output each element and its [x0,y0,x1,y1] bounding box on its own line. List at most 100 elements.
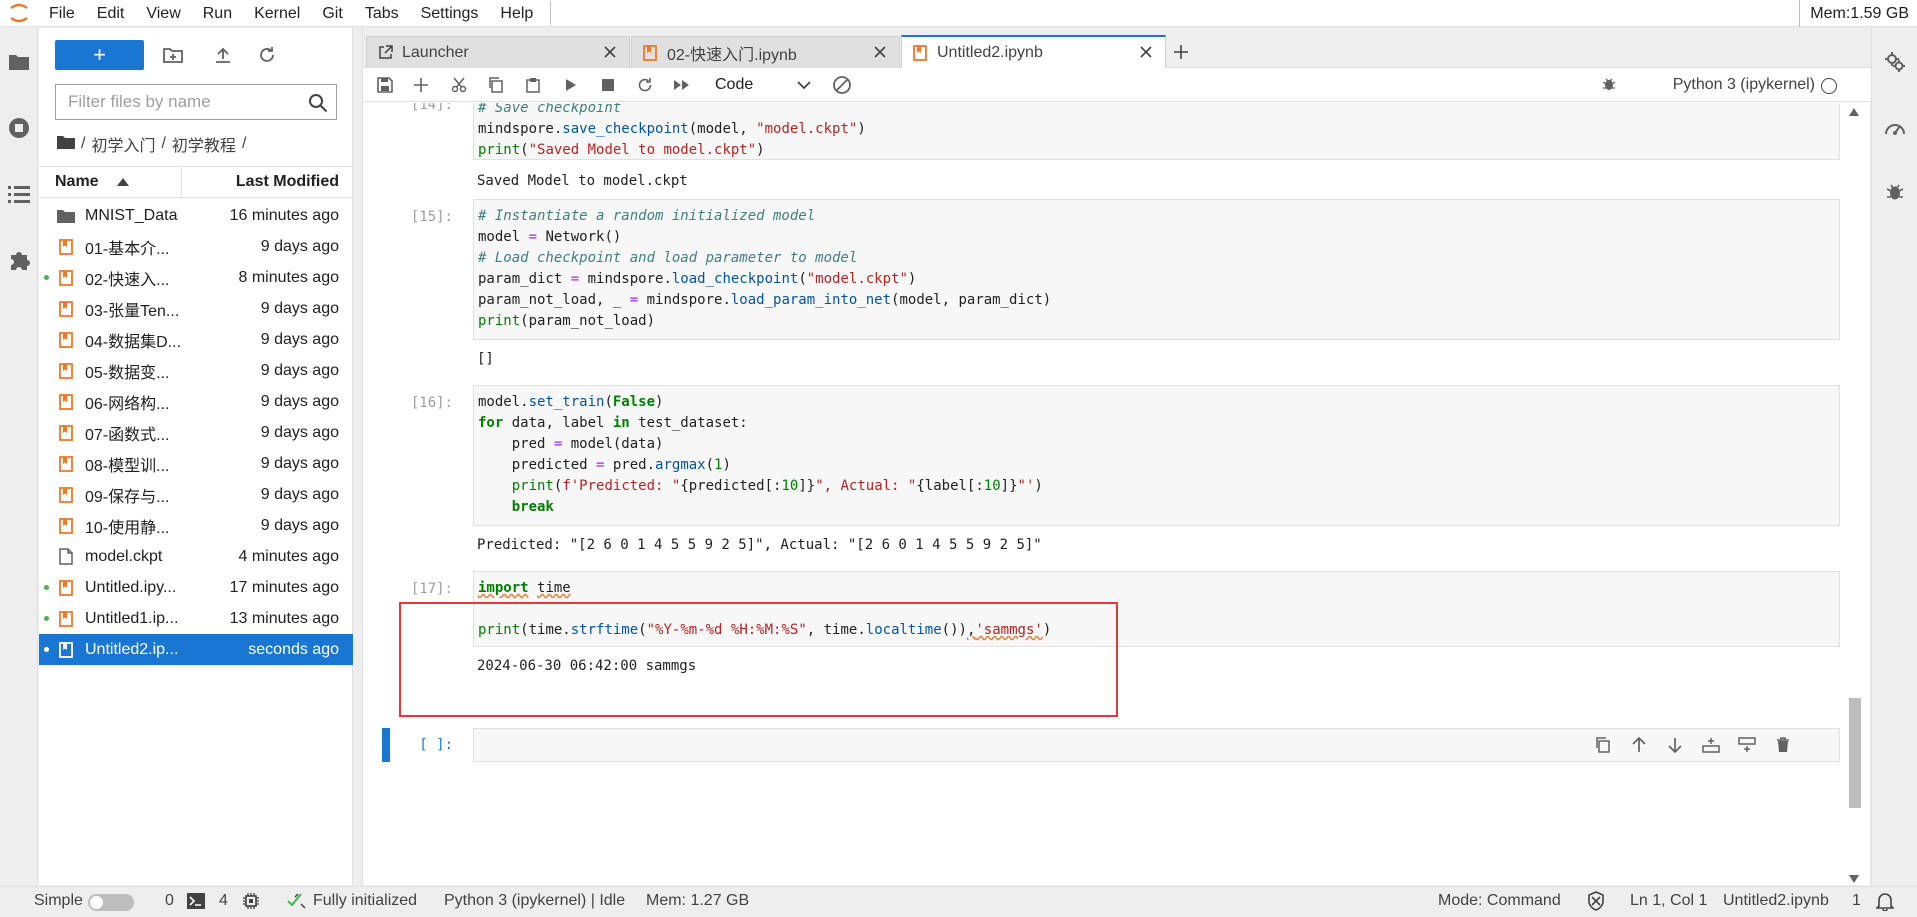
home-folder-icon[interactable] [57,135,75,154]
cell-input[interactable]: import time print(time.strftime("%Y-%m-%… [473,571,1840,647]
debugger-icon[interactable] [1601,76,1619,94]
property-inspector-icon[interactable] [1883,50,1907,74]
file-list-item[interactable]: 07-函数式... 9 days ago [39,417,353,448]
kernel-name[interactable]: Python 3 (ipykernel) [1673,68,1815,102]
new-folder-icon[interactable] [161,43,185,67]
menu-file[interactable]: File [38,0,86,27]
file-list-item[interactable]: 06-网络构... 9 days ago [39,386,353,417]
kernel-chip-icon [242,892,260,910]
file-modified: 9 days ago [260,454,339,472]
new-launcher-button[interactable]: + [55,40,144,70]
file-modified: 13 minutes ago [229,609,339,627]
breadcrumb-separator: / [161,135,166,152]
move-up-icon[interactable] [1629,735,1649,755]
simple-mode-toggle[interactable] [88,894,134,911]
breadcrumb-item[interactable]: 初学教程 [172,132,236,156]
kernels-count[interactable]: 4 [219,887,228,914]
cell-input[interactable]: model.set_train(False) for data, label in… [473,385,1840,526]
file-list-item[interactable]: Untitled2.ip... seconds ago [39,634,353,665]
file-list-item[interactable]: 02-快速入... 8 minutes ago [39,262,353,293]
copy-icon[interactable] [486,75,506,95]
file-list-item[interactable]: 05-数据变... 9 days ago [39,355,353,386]
notebook-scrollbar[interactable] [1846,108,1861,883]
tab-untitled2[interactable]: Untitled2.ipynb [901,35,1166,68]
notifications-count[interactable]: 1 [1852,887,1861,914]
file-list-item[interactable]: 09-保存与... 9 days ago [39,479,353,510]
menu-divider [550,1,552,25]
cell-input[interactable]: # Instantiate a random initialized model… [473,199,1840,340]
code-line: model = Network() [478,229,622,245]
file-modified: 9 days ago [260,392,339,410]
code-line: # Save checkpoint [478,103,622,116]
menu-edit[interactable]: Edit [86,0,136,27]
column-header-modified[interactable]: Last Modified [182,173,353,191]
insert-below-icon[interactable] [1737,735,1757,755]
delete-cell-icon[interactable] [1773,735,1793,755]
stop-icon[interactable] [598,75,618,95]
file-list-item[interactable]: 08-模型训... 9 days ago [39,448,353,479]
close-icon[interactable] [601,43,619,61]
code-line: param_dict = mindspore.load_checkpoint("… [478,271,917,287]
refresh-icon[interactable] [255,43,279,67]
close-icon[interactable] [1137,43,1155,61]
upload-icon[interactable] [211,43,235,67]
cell-prompt: [15]: [410,209,453,225]
column-name-label: Name [55,173,99,190]
trust-shield-icon[interactable] [1587,891,1605,911]
debugger-bug-icon[interactable] [1883,180,1907,204]
tab-02-quickstart[interactable]: 02-快速入门.ipynb [631,36,900,68]
file-list-item[interactable]: 04-数据集D... 9 days ago [39,324,353,355]
menu-help[interactable]: Help [489,0,544,27]
tab-launcher[interactable]: Launcher [366,36,630,68]
extensions-icon[interactable] [5,246,33,274]
file-modified: 9 days ago [260,299,339,317]
file-list-item[interactable]: MNIST_Data 16 minutes ago [39,200,353,231]
folder-icon[interactable] [5,48,33,76]
menu-tabs[interactable]: Tabs [354,0,410,27]
close-icon[interactable] [871,43,889,61]
launcher-icon [377,45,393,61]
column-header-name[interactable]: Name [39,167,182,197]
restart-icon[interactable] [635,75,655,95]
menu-settings[interactable]: Settings [410,0,490,27]
cell-input[interactable]: # Save checkpoint mindspore.save_checkpoi… [473,103,1840,160]
lsp-status-text[interactable]: Fully initialized [313,887,417,914]
insert-above-icon[interactable] [1701,735,1721,755]
file-list-item[interactable]: Untitled1.ip... 13 minutes ago [39,603,353,634]
save-icon[interactable] [375,75,395,95]
cell-output: Predicted: "[2 6 0 1 4 5 5 9 2 5]", Actu… [477,537,1042,553]
notebook-icon [57,579,75,597]
duplicate-cell-icon[interactable] [1593,735,1613,755]
add-cell-icon[interactable] [411,75,431,95]
cursor-position[interactable]: Ln 1, Col 1 [1630,887,1707,914]
run-icon[interactable] [561,75,581,95]
cell-prompt: [ ]: [419,737,453,753]
file-list-item[interactable]: Untitled.ipy... 17 minutes ago [39,572,353,603]
menu-kernel[interactable]: Kernel [243,0,311,27]
file-filter-input[interactable] [56,85,296,119]
fast-forward-icon[interactable] [672,75,692,95]
running-sessions-icon[interactable] [5,114,33,142]
scrollbar-thumb[interactable] [1849,698,1861,808]
menu-view[interactable]: View [135,0,191,27]
file-list-item[interactable]: 03-张量Ten... 9 days ago [39,293,353,324]
git-diff-icon[interactable] [831,74,853,96]
file-list-item[interactable]: model.ckpt 4 minutes ago [39,541,353,572]
cut-icon[interactable] [449,75,469,95]
menu-git[interactable]: Git [311,0,353,27]
file-list-item[interactable]: 10-使用静... 9 days ago [39,510,353,541]
gauge-icon[interactable] [1883,116,1907,140]
file-name: 04-数据集D... [85,333,182,351]
menu-run[interactable]: Run [192,0,243,27]
code-line: # Instantiate a random initialized model [478,208,816,224]
running-indicator [44,616,49,621]
kernel-status-text[interactable]: Python 3 (ipykernel) | Idle [444,887,625,914]
paste-icon[interactable] [523,75,543,95]
new-tab-icon[interactable] [1168,39,1194,65]
table-of-contents-icon[interactable] [5,180,33,208]
bell-icon[interactable] [1875,891,1895,912]
terminals-count[interactable]: 0 [165,887,174,914]
file-list-item[interactable]: 01-基本介... 9 days ago [39,231,353,262]
move-down-icon[interactable] [1665,735,1685,755]
breadcrumb-item[interactable]: 初学入门 [91,132,155,156]
